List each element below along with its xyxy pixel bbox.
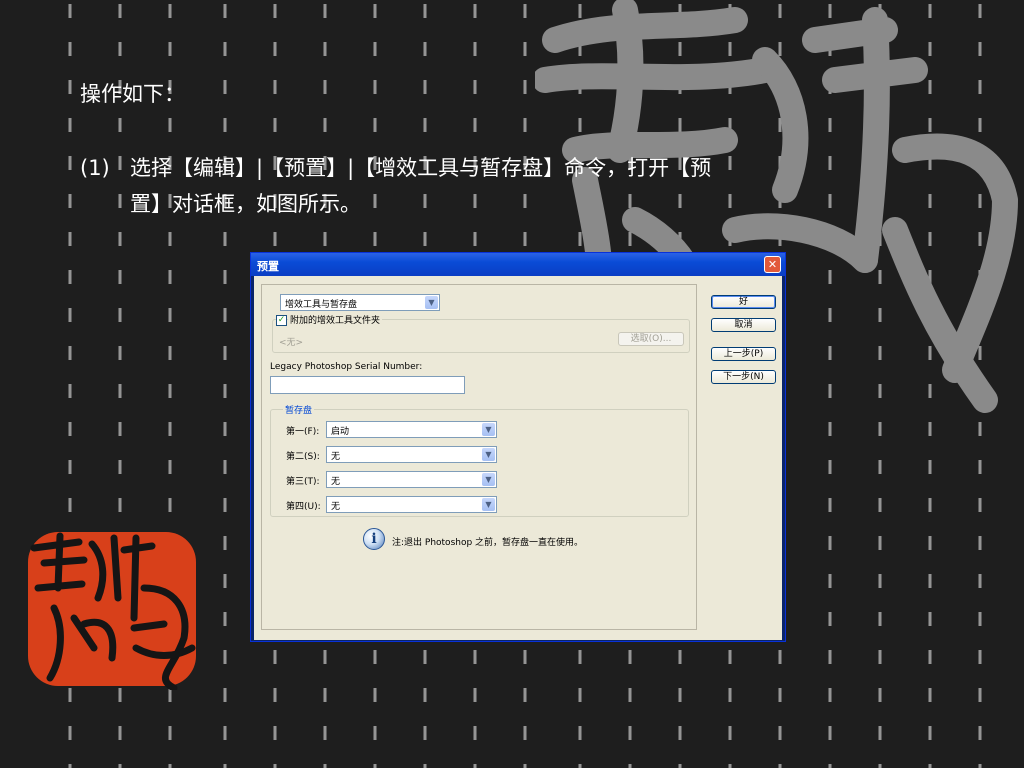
scratch-disk-4-label: 第四(U): [286,502,321,512]
step-number: (1) [80,156,110,180]
scratch-disk-1-select[interactable]: 启动 ▼ [326,421,497,438]
step-line-2: 置】对话框，如图所示。 [130,192,361,216]
scratch-disk-4-select[interactable]: 无 ▼ [326,496,497,513]
chevron-down-icon: ▼ [482,473,495,486]
scratch-disk-1-value: 启动 [331,427,350,437]
choose-folder-button[interactable]: 选取(O)... [618,332,684,346]
scratch-disks-label: 暂存盘 [283,403,315,416]
close-button[interactable]: ✕ [764,256,781,273]
next-button[interactable]: 下一步(N) [711,370,776,384]
preferences-dialog: 预置 ✕ 增效工具与暂存盘 ▼ ✓ 附加的增效工具文件夹 <无> 选取(O)..… [250,252,786,642]
chevron-down-icon: ▼ [425,296,438,309]
scratch-disk-1-label: 第一(F): [286,427,320,437]
scratch-disk-2-select[interactable]: 无 ▼ [326,446,497,463]
prev-button[interactable]: 上一步(P) [711,347,776,361]
section-select-value: 增效工具与暂存盘 [285,300,358,310]
scratch-disk-3-value: 无 [331,477,341,487]
serial-number-label: Legacy Photoshop Serial Number: [270,362,423,372]
step-line-1: 选择【编辑】|【预置】|【增效工具与暂存盘】命令，打开【预 [130,156,712,180]
plugins-checkbox[interactable]: ✓ [276,315,287,326]
ok-button[interactable]: 好 [711,295,776,309]
section-select[interactable]: 增效工具与暂存盘 ▼ [280,294,440,311]
dialog-title: 预置 [257,260,279,273]
plugins-folder-value: <无> [279,338,304,348]
scratch-disk-2-label: 第二(S): [286,452,320,462]
scratch-note: 注:退出 Photoshop 之前，暂存盘一直在使用。 [392,538,584,548]
dialog-titlebar[interactable]: 预置 ✕ [251,253,785,276]
step-text: (1) 选择【编辑】|【预置】|【增效工具与暂存盘】命令，打开【预 置】对话框，如… [80,150,880,222]
scratch-disk-3-select[interactable]: 无 ▼ [326,471,497,488]
serial-number-input[interactable] [270,376,465,394]
scratch-disk-4-value: 无 [331,502,341,512]
chevron-down-icon: ▼ [482,448,495,461]
seal-logo [28,532,196,690]
scratch-disk-3-label: 第三(T): [286,477,320,487]
info-icon: i [363,528,385,550]
chevron-down-icon: ▼ [482,423,495,436]
scratch-disk-2-value: 无 [331,452,341,462]
chevron-down-icon: ▼ [482,498,495,511]
scratch-disks-group: 暂存盘 第一(F): 启动 ▼ 第二(S): 无 ▼ 第三(T): 无 ▼ 第四… [270,403,689,517]
settings-panel: 增效工具与暂存盘 ▼ ✓ 附加的增效工具文件夹 <无> 选取(O)... Leg… [261,284,697,630]
cancel-button[interactable]: 取消 [711,318,776,332]
dialog-client-area: 增效工具与暂存盘 ▼ ✓ 附加的增效工具文件夹 <无> 选取(O)... Leg… [254,276,782,640]
intro-text: 操作如下： [80,82,185,106]
plugins-group: ✓ 附加的增效工具文件夹 <无> 选取(O)... [272,313,690,353]
plugins-checkbox-label: 附加的增效工具文件夹 [288,313,383,326]
